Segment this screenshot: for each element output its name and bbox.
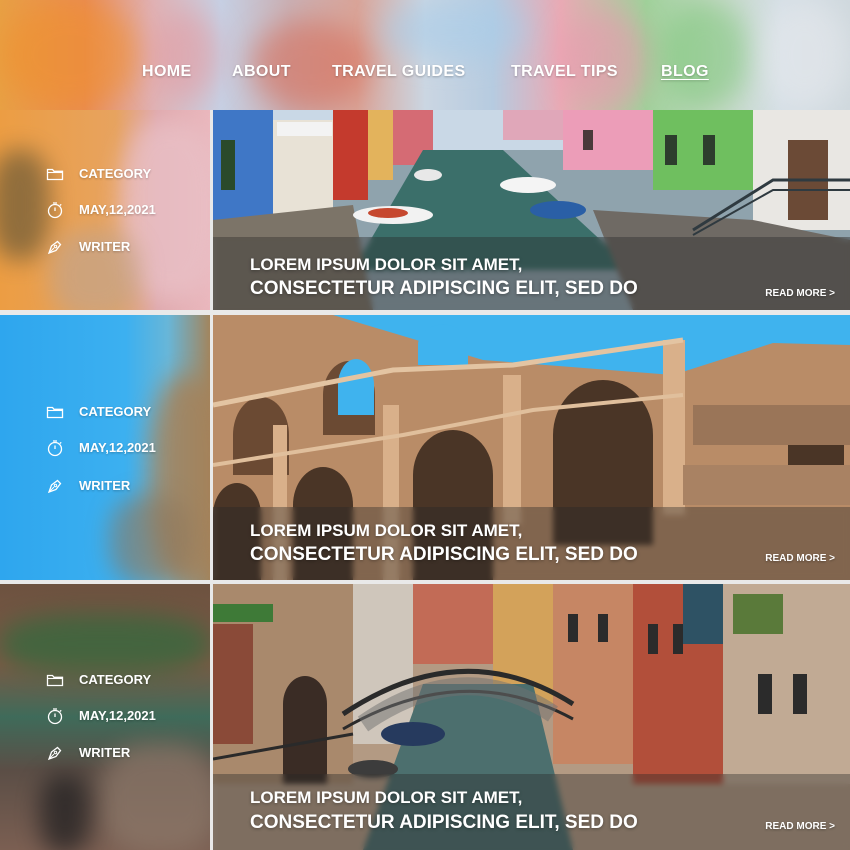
post-caption: LOREM IPSUM DOLOR SIT AMET, CONSECTETUR … xyxy=(213,237,850,310)
post-title-line2[interactable]: CONSECTETUR ADIPISCING ELIT, SED DO xyxy=(250,278,638,300)
stopwatch-icon xyxy=(47,440,63,457)
header-bg-blob xyxy=(760,0,850,110)
post-image[interactable]: LOREM IPSUM DOLOR SIT AMET, CONSECTETUR … xyxy=(213,110,850,310)
post-card: CATEGORY MAY,12,2021 WRITER LOREM IPSUM … xyxy=(0,315,850,580)
writer-label: WRITER xyxy=(79,745,131,760)
post-caption: LOREM IPSUM DOLOR SIT AMET, CONSECTETUR … xyxy=(213,774,850,850)
post-title-line1[interactable]: LOREM IPSUM DOLOR SIT AMET, xyxy=(250,788,522,808)
nav-travel-tips[interactable]: TRAVEL TIPS xyxy=(511,63,618,81)
category-label: CATEGORY xyxy=(79,672,152,687)
date-label: MAY,12,2021 xyxy=(79,440,156,455)
folder-icon xyxy=(46,406,64,419)
post-title-line1[interactable]: LOREM IPSUM DOLOR SIT AMET, xyxy=(250,521,522,541)
header-bg-blob xyxy=(660,0,750,110)
read-more-link[interactable]: READ MORE > xyxy=(765,821,835,832)
post-caption: LOREM IPSUM DOLOR SIT AMET, CONSECTETUR … xyxy=(213,507,850,580)
header-bg-blob xyxy=(380,0,530,60)
sidebar-bg-blob xyxy=(40,774,90,850)
post-title-line2[interactable]: CONSECTETUR ADIPISCING ELIT, SED DO xyxy=(250,544,638,566)
nav-about[interactable]: ABOUT xyxy=(232,63,291,81)
pen-nib-icon xyxy=(47,240,62,255)
post-image[interactable]: LOREM IPSUM DOLOR SIT AMET, CONSECTETUR … xyxy=(213,584,850,850)
folder-icon xyxy=(46,168,64,181)
folder-icon xyxy=(46,674,64,687)
writer-label: WRITER xyxy=(79,478,131,493)
post-title-line1[interactable]: LOREM IPSUM DOLOR SIT AMET, xyxy=(250,255,522,275)
pen-nib-icon xyxy=(47,746,62,761)
read-more-link[interactable]: READ MORE > xyxy=(765,288,835,299)
date-label: MAY,12,2021 xyxy=(79,202,156,217)
sidebar-bg-blob xyxy=(110,495,190,580)
nav-home[interactable]: HOME xyxy=(142,63,192,81)
category-label: CATEGORY xyxy=(79,404,152,419)
header-bg-blob xyxy=(0,0,140,110)
post-card: CATEGORY MAY,12,2021 WRITER LOREM IPSUM … xyxy=(0,584,850,850)
category-label: CATEGORY xyxy=(79,166,152,181)
writer-label: WRITER xyxy=(79,239,131,254)
header: HOME ABOUT TRAVEL GUIDES TRAVEL TIPS BLO… xyxy=(0,0,850,110)
sidebar-bg-blob xyxy=(0,614,210,674)
post-image[interactable]: LOREM IPSUM DOLOR SIT AMET, CONSECTETUR … xyxy=(213,315,850,580)
nav-travel-guides[interactable]: TRAVEL GUIDES xyxy=(332,63,466,81)
post-sidebar: CATEGORY MAY,12,2021 WRITER xyxy=(0,110,210,310)
read-more-link[interactable]: READ MORE > xyxy=(765,553,835,564)
stopwatch-icon xyxy=(47,708,63,725)
post-sidebar: CATEGORY MAY,12,2021 WRITER xyxy=(0,315,210,580)
nav-blog[interactable]: BLOG xyxy=(661,63,709,81)
post-card: CATEGORY MAY,12,2021 WRITER LOREM IPSUM … xyxy=(0,110,850,310)
sidebar-bg-blob xyxy=(0,150,50,260)
stopwatch-icon xyxy=(47,202,63,219)
header-bg-blob xyxy=(560,10,650,110)
date-label: MAY,12,2021 xyxy=(79,708,156,723)
main-nav: HOME ABOUT TRAVEL GUIDES TRAVEL TIPS BLO… xyxy=(0,63,850,87)
post-sidebar: CATEGORY MAY,12,2021 WRITER xyxy=(0,584,210,850)
pen-nib-icon xyxy=(47,479,62,494)
post-title-line2[interactable]: CONSECTETUR ADIPISCING ELIT, SED DO xyxy=(250,812,638,834)
